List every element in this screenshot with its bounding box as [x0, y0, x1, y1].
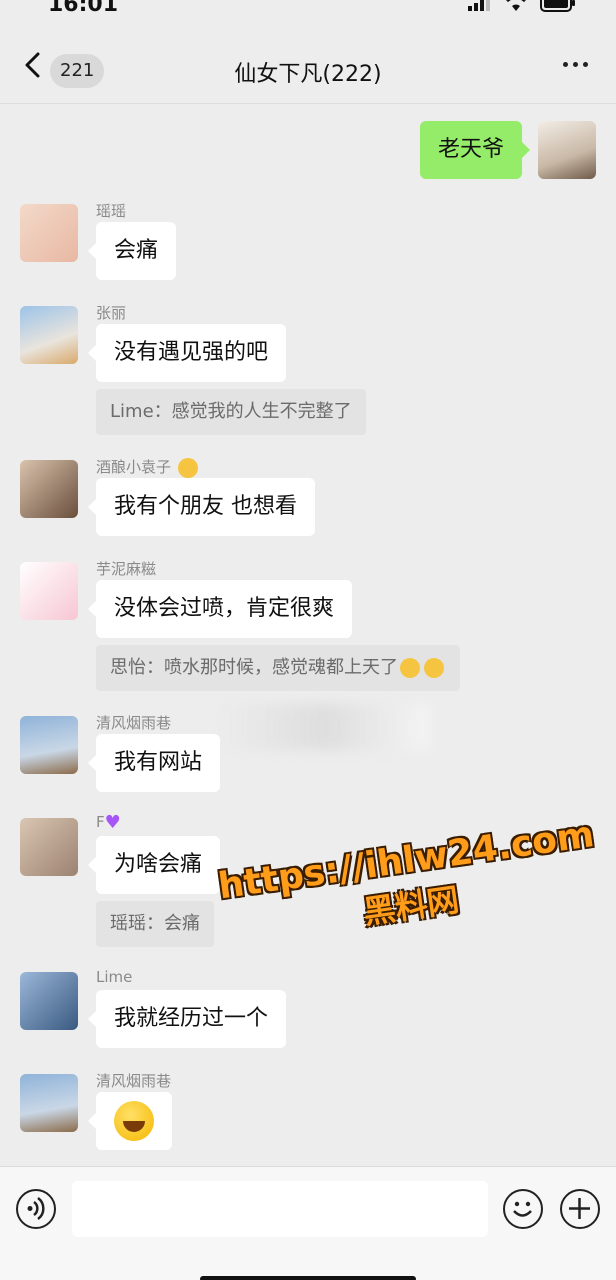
quoted-reply[interactable]: 思怡：喷水那时候，感觉魂都上天了 [96, 645, 460, 691]
status-icons [468, 0, 576, 12]
avatar[interactable] [20, 716, 78, 774]
sender-name: 酒酿小袁子 [96, 456, 200, 478]
message-bubble[interactable]: 没有遇见强的吧 [87, 324, 287, 382]
sender-name: 清风烟雨巷 [96, 714, 172, 732]
avatar[interactable] [538, 121, 596, 179]
avatar[interactable] [20, 818, 78, 876]
avatar[interactable] [20, 460, 78, 518]
plus-sign-icon [569, 1198, 590, 1219]
home-indicator[interactable] [200, 1276, 416, 1280]
sender-name-text: 酒酿小袁子 [96, 458, 172, 476]
avatar[interactable] [20, 204, 78, 262]
plus-icon[interactable] [560, 1189, 600, 1229]
message-bubble[interactable] [88, 1092, 172, 1150]
battery-icon [540, 0, 575, 12]
quote-text: Lime：感觉我的人生不完整了 [110, 401, 352, 422]
message-bubble[interactable]: 没体会过喷，肯定很爽 [87, 580, 353, 638]
laugh-cry-emoji-icon [424, 658, 444, 678]
voice-wave-icon [27, 1196, 45, 1221]
message-bubble[interactable]: 我有网站 [87, 734, 221, 792]
wifi-icon [506, 0, 526, 11]
more-icon[interactable] [563, 62, 588, 67]
signal-icon [468, 0, 490, 11]
voice-icon[interactable] [16, 1189, 56, 1229]
message-bubble[interactable]: 会痛 [87, 222, 177, 280]
status-time: 16:01 [48, 0, 119, 17]
message-bubble[interactable]: 为啥会痛 [87, 836, 221, 894]
message-bubble[interactable]: 我就经历过一个 [87, 990, 287, 1048]
purple-heart-icon: ♥ [104, 812, 121, 833]
sender-name: 瑶瑶 [96, 202, 127, 220]
chat-header: 221 仙女下凡(222) [0, 22, 616, 104]
quoted-reply[interactable]: Lime：感觉我的人生不完整了 [96, 389, 366, 435]
sender-name: 张丽 [96, 304, 127, 322]
quote-text: 思怡：喷水那时候，感觉魂都上天了 [110, 657, 398, 678]
blur-smudge [220, 704, 430, 750]
message-bubble[interactable]: 我有个朋友 也想看 [88, 478, 315, 536]
sender-name: 芋泥麻糍 [96, 560, 157, 578]
chat-title: 仙女下凡(222) [234, 62, 382, 87]
avatar[interactable] [20, 1074, 78, 1132]
avatar[interactable] [20, 306, 78, 364]
laugh-cry-emoji-icon [400, 658, 420, 678]
avatar[interactable] [20, 972, 78, 1030]
avatar[interactable] [20, 562, 78, 620]
sender-name: F♥ [96, 812, 121, 833]
sender-name: Lime [96, 968, 133, 986]
message-input[interactable] [72, 1181, 488, 1237]
message-list[interactable]: 老天爷 瑶瑶 会痛 张丽 没有遇见强的吧 Lime：感觉我的人生不完整了 酒酿小… [0, 104, 616, 1166]
grin-emoji-icon [114, 1101, 154, 1141]
smile-face-icon [513, 1201, 532, 1217]
kiss-emoji-icon [177, 457, 198, 478]
quote-text: 瑶瑶：会痛 [110, 913, 200, 934]
quoted-reply[interactable]: 瑶瑶：会痛 [96, 901, 214, 947]
input-bar [0, 1166, 616, 1280]
status-bar: 16:01 [0, 0, 616, 22]
message-bubble-mine[interactable]: 老天爷 [419, 121, 531, 179]
sender-name-text: F [96, 813, 105, 831]
sender-name: 清风烟雨巷 [96, 1072, 172, 1090]
emoji-icon[interactable] [503, 1189, 543, 1229]
